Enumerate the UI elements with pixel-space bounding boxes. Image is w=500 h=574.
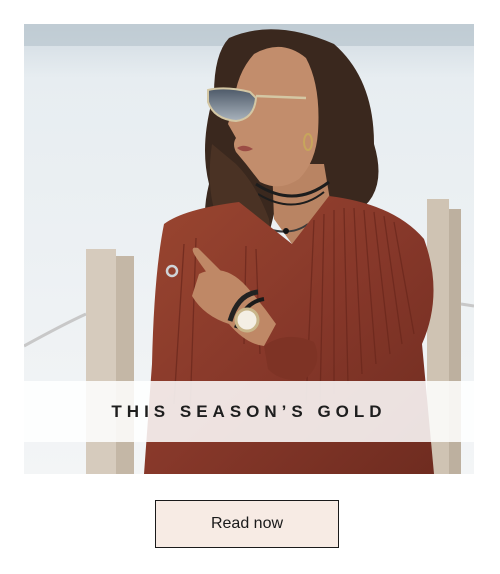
banner-title: THIS SEASON’S GOLD — [111, 401, 387, 421]
title-banner: THIS SEASON’S GOLD — [24, 381, 474, 442]
feature-card[interactable]: THIS SEASON’S GOLD — [24, 24, 474, 474]
read-now-button[interactable]: Read now — [155, 500, 339, 548]
